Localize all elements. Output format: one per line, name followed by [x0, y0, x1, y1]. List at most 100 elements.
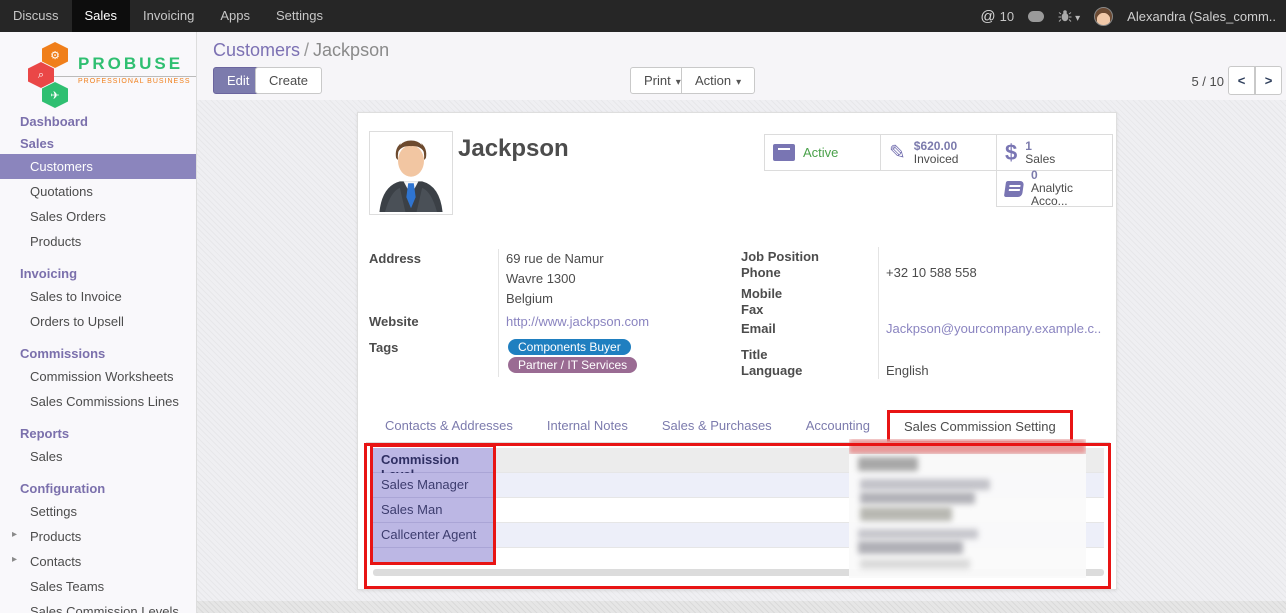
book-icon — [1004, 181, 1024, 197]
commission-level-cell[interactable]: Sales Manager — [373, 473, 495, 498]
sidebar-item-config-products[interactable]: Products — [0, 524, 196, 549]
gear-hex-icon: ⚙ — [42, 42, 68, 68]
chat-bubble-icon[interactable] — [1028, 11, 1044, 22]
field-separator — [498, 249, 499, 377]
phone-value: +32 10 588 558 — [886, 265, 977, 280]
action-dropdown-button[interactable]: Action — [681, 67, 755, 94]
sidebar-item-sales-teams[interactable]: Sales Teams — [0, 574, 196, 599]
main-content: Customers/Jackpson Edit Create Print Act… — [197, 32, 1286, 613]
email-label: Email — [741, 321, 776, 336]
commission-level-header[interactable]: Commission Level — [373, 448, 495, 473]
sidebar-section-commissions[interactable]: Commissions — [0, 342, 196, 364]
print-label: Print — [644, 73, 671, 88]
logo-hexagons: ⚙ ⌕ ✈ — [28, 42, 72, 102]
sidebar-item-sales-orders[interactable]: Sales Orders — [0, 204, 196, 229]
mobile-label: Mobile — [741, 286, 782, 301]
tab-internal-notes[interactable]: Internal Notes — [530, 410, 645, 442]
address-line1: 69 rue de Namur — [506, 251, 604, 266]
commission-level-cell[interactable]: Callcenter Agent — [373, 523, 495, 548]
active-status-label: Active — [803, 145, 838, 160]
analytic-accounts-stat-button[interactable]: 0 Analytic Acco... — [996, 170, 1113, 207]
sidebar-item-config-contacts[interactable]: Contacts — [0, 549, 196, 574]
caret-down-icon — [671, 73, 681, 88]
sidebar-item-sales-commission-levels[interactable]: Sales Commission Levels — [0, 599, 196, 613]
tag-partner-it-services[interactable]: Partner / IT Services — [508, 357, 637, 373]
email-link[interactable]: Jackpson@yourcompany.example.c.. — [886, 321, 1101, 336]
pager-next-button[interactable] — [1255, 66, 1282, 95]
topmenu-sales[interactable]: Sales — [72, 0, 131, 32]
active-toggle-button[interactable]: Active — [764, 134, 881, 171]
blurred-text-blob — [858, 529, 978, 539]
invoiced-stat-button[interactable]: $620.00 Invoiced — [880, 134, 997, 171]
blurred-text-blob — [858, 541, 963, 554]
debug-menu[interactable] — [1058, 9, 1080, 24]
sidebar-item-quotations[interactable]: Quotations — [0, 179, 196, 204]
pager-count: 5 / 10 — [1191, 74, 1224, 89]
sidebar-section-sales[interactable]: Sales — [0, 132, 196, 154]
sidebar-item-commission-worksheets[interactable]: Commission Worksheets — [0, 364, 196, 389]
tags-label: Tags — [369, 340, 398, 355]
sales-stat-button[interactable]: 1 Sales — [996, 134, 1113, 171]
blurred-text-blob — [860, 479, 990, 490]
tab-accounting[interactable]: Accounting — [789, 410, 887, 442]
sidebar: ⚙ ⌕ ✈ PROBUSE PROFESSIONAL BUSINESS Dash… — [0, 32, 197, 613]
sidebar-item-settings[interactable]: Settings — [0, 499, 196, 524]
expand-caret-icon — [12, 529, 17, 540]
tab-contacts-addresses[interactable]: Contacts & Addresses — [368, 410, 530, 442]
sidebar-item-products[interactable]: Products — [0, 229, 196, 254]
sidebar-item-orders-to-upsell[interactable]: Orders to Upsell — [0, 309, 196, 334]
user-avatar[interactable] — [1094, 7, 1113, 26]
sidebar-item-sales-to-invoice[interactable]: Sales to Invoice — [0, 284, 196, 309]
commission-level-cell[interactable]: Sales Man — [373, 498, 495, 523]
sidebar-section-reports[interactable]: Reports — [0, 422, 196, 444]
sidebar-nav: Dashboard Sales Customers Quotations Sal… — [0, 102, 196, 613]
website-label: Website — [369, 314, 419, 329]
tag-components-buyer[interactable]: Components Buyer — [508, 339, 631, 355]
topmenu-settings[interactable]: Settings — [263, 0, 336, 32]
sales-label: Sales — [1025, 153, 1055, 166]
mention-count: 10 — [1000, 9, 1014, 24]
pager-previous-button[interactable] — [1228, 66, 1255, 95]
language-label: Language — [741, 363, 802, 378]
create-button[interactable]: Create — [255, 67, 322, 94]
app-logo: ⚙ ⌕ ✈ PROBUSE PROFESSIONAL BUSINESS — [0, 32, 196, 91]
sidebar-item-dashboard[interactable]: Dashboard — [0, 110, 196, 132]
topbar-systray: 10 Alexandra (Sales_comm.. — [980, 7, 1286, 26]
businessman-avatar-image — [372, 134, 450, 212]
language-value: English — [886, 363, 929, 378]
tab-sales-purchases[interactable]: Sales & Purchases — [645, 410, 789, 442]
blurred-header-strip — [849, 439, 1086, 454]
chatter-area — [197, 601, 1286, 613]
action-label: Action — [695, 73, 731, 88]
topmenu-invoicing[interactable]: Invoicing — [130, 0, 207, 32]
invoiced-amount: $620.00 — [914, 140, 959, 153]
blurred-text-blob — [860, 492, 975, 504]
user-menu[interactable]: Alexandra (Sales_comm.. — [1127, 9, 1276, 24]
sidebar-section-configuration[interactable]: Configuration — [0, 477, 196, 499]
sidebar-item-label: Contacts — [30, 554, 81, 569]
caret-down-icon — [731, 73, 741, 88]
blurred-text-blob — [860, 507, 952, 521]
address-line2: Wavre 1300 — [506, 271, 576, 286]
sidebar-item-customers[interactable]: Customers — [0, 154, 196, 179]
website-link[interactable]: http://www.jackpson.com — [506, 314, 649, 329]
redacted-blur-region — [849, 439, 1086, 578]
topmenu-discuss[interactable]: Discuss — [0, 0, 72, 32]
customer-photo[interactable] — [369, 131, 453, 215]
sidebar-item-sales-commissions-lines[interactable]: Sales Commissions Lines — [0, 389, 196, 414]
breadcrumb-customers-link[interactable]: Customers — [213, 40, 300, 60]
analytic-label: Analytic Acco... — [1031, 182, 1104, 208]
sidebar-item-reports-sales[interactable]: Sales — [0, 444, 196, 469]
topmenu-apps[interactable]: Apps — [207, 0, 263, 32]
address-line3: Belgium — [506, 291, 553, 306]
mentions-counter[interactable]: 10 — [980, 8, 1014, 25]
sales-count: 1 — [1025, 140, 1055, 153]
breadcrumb-separator: / — [300, 40, 313, 60]
customer-form-sheet: Jackpson Active $620.00 Invoiced 1 Sales — [357, 112, 1117, 590]
breadcrumb: Customers/Jackpson — [213, 40, 389, 61]
invoiced-label: Invoiced — [914, 153, 959, 166]
sidebar-section-invoicing[interactable]: Invoicing — [0, 262, 196, 284]
phone-label: Phone — [741, 265, 781, 280]
commission-level-empty-cell — [373, 548, 495, 563]
fax-label: Fax — [741, 302, 763, 317]
